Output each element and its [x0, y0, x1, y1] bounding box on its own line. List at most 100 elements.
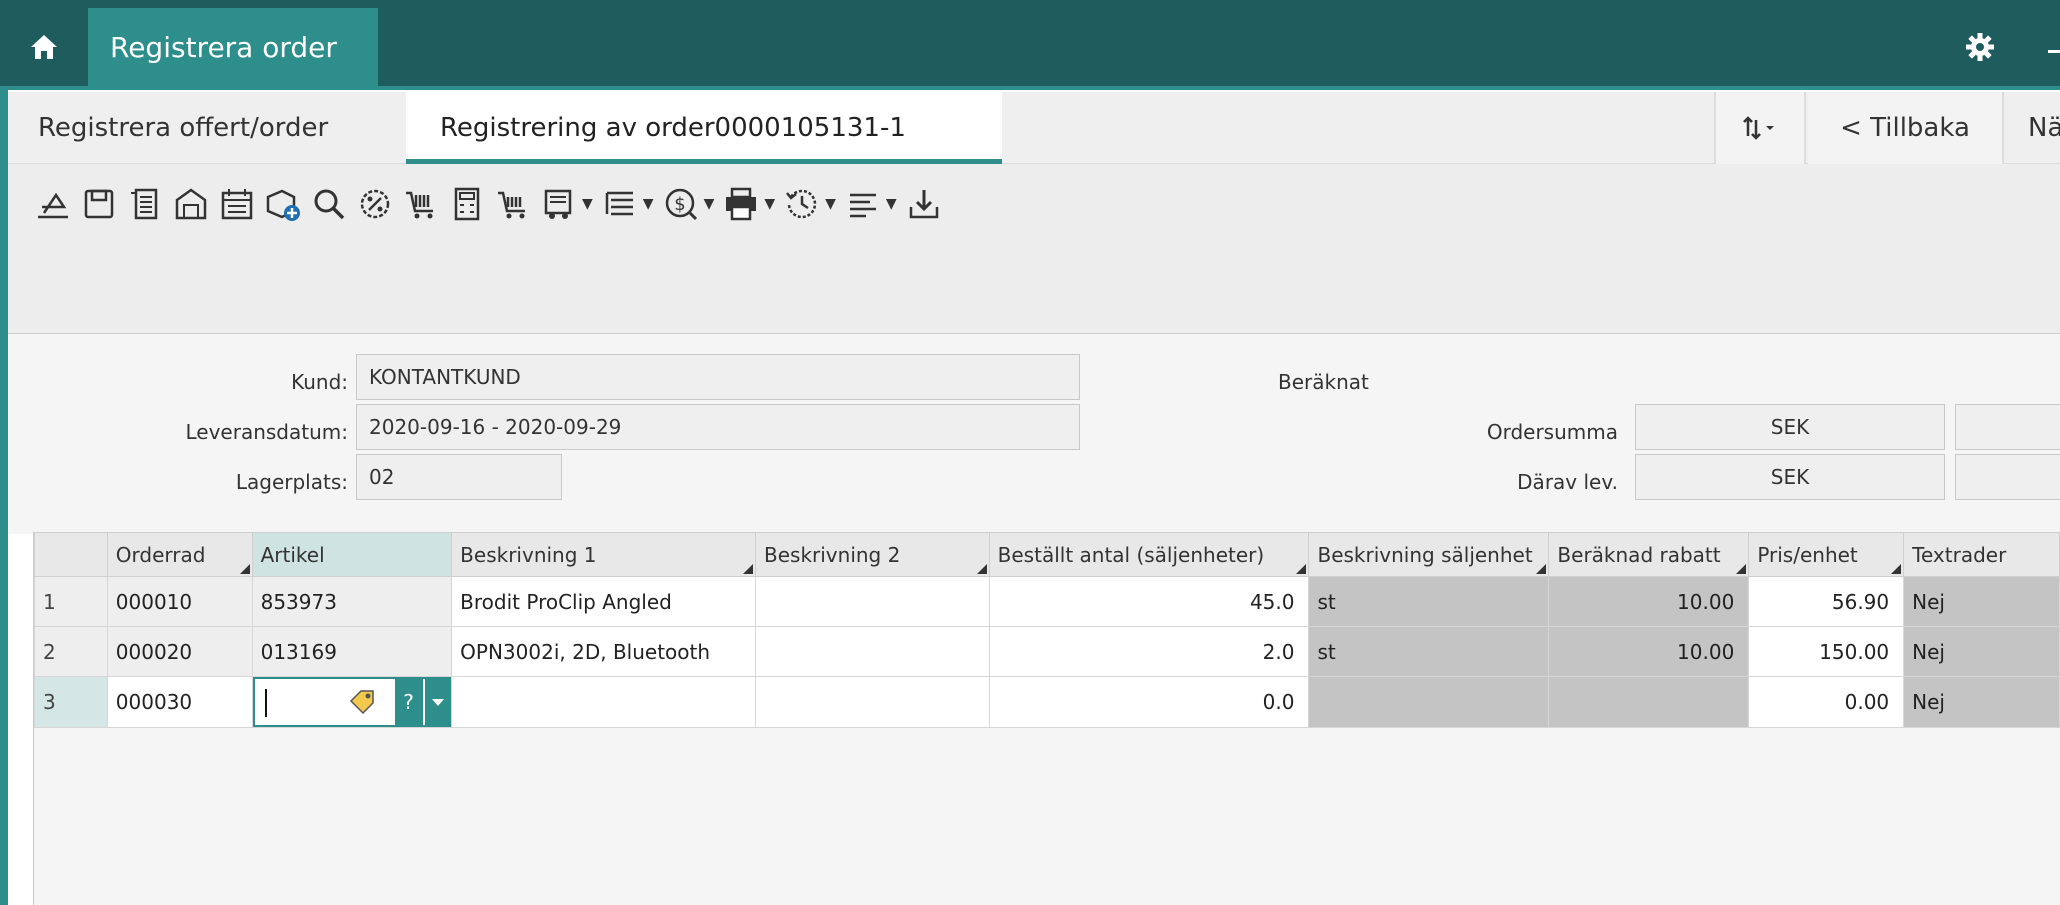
lagerplats-label: Lagerplats: [235, 470, 348, 494]
leveransdatum-label: Leveransdatum: [185, 420, 349, 444]
printer-icon [726, 187, 757, 221]
truck-icon [544, 189, 572, 219]
document-button[interactable] [126, 180, 164, 228]
chevron-down-icon: ▼ [825, 196, 836, 212]
tab-registrering-av-order[interactable]: Registrering av order0000105131-1 [406, 92, 1002, 164]
app-title: Registrera order [110, 30, 337, 64]
darav-lev-currency-field: SEK [1635, 454, 1945, 500]
cell-textrader[interactable]: Nej [1903, 676, 2060, 728]
order-rows-grid: Orderrad Artikel Beskrivning 1 Beskrivni… [33, 532, 2060, 905]
new-button[interactable] [34, 180, 72, 228]
cell-beraknad-rabatt [1548, 676, 1750, 728]
resize-handle [1736, 564, 1747, 574]
tab-registrera-offert-order[interactable]: Registrera offert/order [38, 92, 328, 164]
search-button[interactable] [310, 180, 348, 228]
next-button[interactable]: Nästa [2014, 92, 2060, 164]
kund-label: Kund: [291, 370, 348, 394]
column-header-beraknad-rabatt[interactable]: Beräknad rabatt [1548, 532, 1750, 577]
minimize-button[interactable] [2040, 8, 2060, 86]
sort-button[interactable] [1714, 92, 1806, 164]
cell-textrader[interactable]: Nej [1903, 626, 2060, 677]
truck-menu-button[interactable]: ▼ [540, 180, 593, 228]
column-header-bestallt-antal[interactable]: Beställt antal (säljenheter) [988, 532, 1310, 577]
cell-beskrivning-saljenhet: st [1308, 576, 1550, 627]
cell-bestallt-antal[interactable]: 0.0 [988, 676, 1310, 728]
cell-pris-enhet[interactable]: 0.00 [1748, 676, 1905, 728]
table-row[interactable]: 3 000030 ? 0.0 0.00 Nej [34, 676, 2060, 728]
artikel-input[interactable]: ? [253, 677, 451, 727]
home-icon [31, 35, 57, 59]
leveransdatum-field[interactable]: 2020-09-16 - 2020-09-29 [356, 404, 1080, 450]
text-menu-button[interactable]: ▼ [844, 180, 897, 228]
cell-orderrad[interactable]: 000010 [106, 576, 253, 627]
print-menu-button[interactable]: ▼ [722, 180, 775, 228]
calculator-button[interactable] [448, 180, 486, 228]
warehouse-icon [175, 188, 207, 220]
artikel-dropdown-button[interactable] [424, 679, 451, 725]
row-number: 1 [34, 576, 108, 627]
chevron-down-icon: ▼ [582, 196, 593, 212]
cell-artikel[interactable]: 013169 [251, 626, 453, 677]
add-package-button[interactable] [264, 180, 302, 228]
calendar-icon [221, 189, 253, 220]
table-row[interactable]: 2 000020 013169 OPN3002i, 2D, Bluetooth … [34, 626, 2060, 677]
add-package-icon [266, 189, 300, 221]
download-icon [909, 190, 938, 219]
cell-beskrivning-2[interactable] [755, 626, 990, 677]
cell-artikel-editor[interactable]: ? [251, 676, 453, 728]
cell-bestallt-antal[interactable]: 2.0 [988, 626, 1310, 677]
download-button[interactable] [905, 180, 943, 228]
cell-beskrivning-2[interactable] [755, 676, 990, 728]
resize-handle [239, 564, 250, 574]
app-tab-registrera-order[interactable]: Registrera order [88, 8, 378, 86]
row-number: 3 [34, 676, 108, 728]
column-header-beskrivning-saljenhet[interactable]: Beskrivning säljenhet [1308, 532, 1550, 577]
row-number-header [34, 532, 108, 577]
warehouse-button[interactable] [172, 180, 210, 228]
list-menu-button[interactable]: ▼ [601, 180, 654, 228]
cell-beskrivning-1[interactable]: OPN3002i, 2D, Bluetooth [451, 626, 756, 677]
ordersumma-currency-field: SEK [1635, 404, 1945, 450]
money-menu-button[interactable]: $ ▼ [662, 180, 715, 228]
text-cursor [264, 689, 267, 717]
cell-bestallt-antal[interactable]: 45.0 [988, 576, 1310, 627]
lagerplats-field[interactable]: 02 [356, 454, 562, 500]
back-button[interactable]: < Tillbaka [1808, 92, 2004, 164]
home-button[interactable] [0, 8, 88, 86]
svg-text:$: $ [674, 194, 685, 215]
cell-orderrad[interactable]: 000020 [106, 626, 253, 677]
row-number: 2 [34, 626, 108, 677]
cell-beskrivning-1[interactable]: Brodit ProClip Angled [451, 576, 756, 627]
cell-pris-enhet[interactable]: 150.00 [1748, 626, 1905, 677]
save-button[interactable] [80, 180, 118, 228]
cell-pris-enhet[interactable]: 56.90 [1748, 576, 1905, 627]
chevron-down-icon: ▼ [642, 196, 654, 212]
chevron-down-icon: ▼ [703, 196, 715, 212]
column-header-beskrivning-1[interactable]: Beskrivning 1 [451, 532, 756, 577]
cell-textrader[interactable]: Nej [1903, 576, 2060, 627]
column-header-artikel[interactable]: Artikel [251, 532, 453, 577]
column-header-beskrivning-2[interactable]: Beskrivning 2 [755, 532, 990, 577]
column-header-pris-enhet[interactable]: Pris/enhet [1748, 532, 1905, 577]
chevron-down-icon: ▼ [885, 196, 897, 212]
cell-artikel[interactable]: 853973 [251, 576, 453, 627]
column-header-textrader[interactable]: Textrader [1903, 532, 2060, 577]
cart-button[interactable] [402, 180, 440, 228]
column-header-orderrad[interactable]: Orderrad [106, 532, 253, 577]
cell-orderrad[interactable]: 000030 [106, 676, 253, 728]
cart-icon [406, 191, 433, 219]
calendar-button[interactable] [218, 180, 256, 228]
tag-icon[interactable] [347, 687, 377, 717]
history-menu-button[interactable]: ▼ [783, 180, 836, 228]
cell-beskrivning-1[interactable] [451, 676, 756, 728]
settings-button[interactable] [1930, 8, 2030, 86]
cell-beskrivning-2[interactable] [755, 576, 990, 627]
artikel-help-button[interactable]: ? [394, 679, 423, 725]
cart-list-button[interactable] [494, 180, 532, 228]
kund-field[interactable]: KONTANTKUND [356, 354, 1080, 400]
table-row[interactable]: 1 000010 853973 Brodit ProClip Angled 45… [34, 576, 2060, 627]
gear-icon [1966, 33, 1994, 61]
cart-list-icon [498, 191, 525, 219]
discount-button[interactable] [356, 180, 394, 228]
history-icon [786, 189, 817, 219]
